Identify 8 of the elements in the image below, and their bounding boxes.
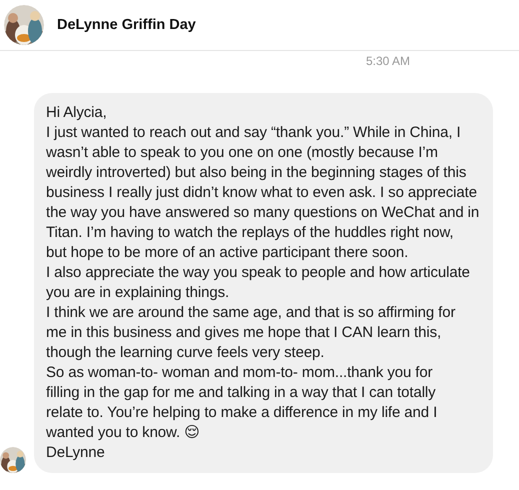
message-paragraph: I think we are around the same age, and that is so affirming for me in this business and gives me hope that I CAN learn this, though the learning curve feels very steep. <box>46 303 456 363</box>
message-paragraph: I also appreciate the way you speak to people and how articulate you are in explaining things. <box>46 263 471 303</box>
message-time: 5:30 AM <box>366 54 410 68</box>
message-paragraph: Hi Alycia, <box>46 103 108 123</box>
message-paragraph: I just wanted to reach out and say “thank you.” While in China, I wasn’t able to speak to you one on one (mostly because I’m weirdly introverted) but also being in the beginning stages of this business I really just didn’t know what to even ask. I so appreciate the way you have answered so many questions on WeChat and in Titan. I’m having to watch the replays of the huddles right now, but hope to be more of an active participant there soon. <box>46 123 480 263</box>
contact-name: DeLynne Griffin Day <box>57 17 196 33</box>
message-paragraph: So as woman-to- woman and mom-to- mom...thank you for filling in the gap for me and talking in a way that I can totally relate to. You’re helping to make a difference in my life and I wanted you to know. 😌 <box>46 363 438 443</box>
message-paragraph: DeLynne <box>46 443 106 463</box>
